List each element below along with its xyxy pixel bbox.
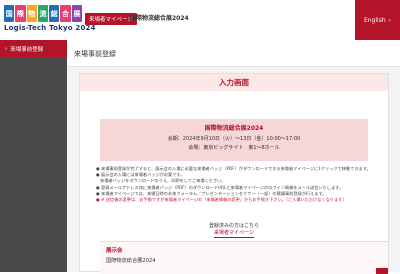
logo-tile: 国 xyxy=(4,5,15,22)
logo-tile: 総 xyxy=(49,5,60,22)
required-indicator xyxy=(376,268,388,274)
mypage-link-wrap: 来場者マイページ xyxy=(80,229,388,238)
logo-tile: 流 xyxy=(37,5,49,22)
sidebar: › 来場事前登録 xyxy=(0,40,67,272)
exhibition-value: 国際物流総合展2024 xyxy=(106,258,156,264)
language-button[interactable]: English › xyxy=(355,0,400,40)
sidebar-item-label: 来場事前登録 xyxy=(10,46,44,53)
registered-question: 登録済みの方はこちら xyxy=(208,223,259,229)
page-header: 来場事前登録 xyxy=(67,40,400,67)
logo-tile: 物 xyxy=(26,5,37,22)
event-info-box: 国際物流総合展2024 会期：2024年9月10日（火）〜13日（金）10:00… xyxy=(100,119,368,161)
event-name: 国際物流総合展2024 xyxy=(204,125,264,132)
main-content: 入力画面 国際物流総合展2024 会期：2024年9月10日（火）〜13日（金）… xyxy=(67,67,400,274)
notes-list: ● 来場事前登録が完了すると、展示会の入場に必要な来場者バッジ（PDF）がダウン… xyxy=(96,166,382,203)
mypage-link[interactable]: 来場者マイページ xyxy=(214,230,254,238)
logo-tile: 際 xyxy=(15,5,26,22)
event-dates: 会期：2024年9月10日（火）〜13日（金）10:00〜17:00 xyxy=(167,136,301,142)
logo[interactable]: 国際物流総合展 Logis-Tech Tokyo 2024 xyxy=(4,5,96,35)
chevron-right-icon: › xyxy=(388,16,392,24)
language-label: English xyxy=(363,16,386,24)
event-venue: 会場：東京ビッグサイト 東1〜8ホール xyxy=(188,145,280,151)
logo-tagline: Logis-Tech Tokyo 2024 xyxy=(4,24,96,32)
logo-tile: 合 xyxy=(60,5,71,22)
logo-mark: 国際物流総合展 xyxy=(4,5,82,22)
exhibition-label: 展示会 xyxy=(106,248,123,254)
logo-tile: 展 xyxy=(71,5,82,22)
header: 国際物流総合展 Logis-Tech Tokyo 2024 来場者マイページ 国… xyxy=(0,0,400,41)
exhibition-field: 展示会 国際物流総合展2024 xyxy=(100,241,388,274)
sidebar-item-registration[interactable]: › 来場事前登録 xyxy=(0,40,67,57)
chevron-right-icon: › xyxy=(5,45,8,52)
event-title: 国際物流総合展2024 xyxy=(130,15,189,22)
warning-note: ● ※ 送信後の変更は、お手数ですが来場者マイページの「来場者情報の変更」からお… xyxy=(96,197,347,203)
section-title: 入力画面 xyxy=(80,74,388,91)
page-title: 来場事前登録 xyxy=(74,50,116,58)
form-card: 入力画面 国際物流総合展2024 会期：2024年9月10日（火）〜13日（金）… xyxy=(79,73,389,274)
